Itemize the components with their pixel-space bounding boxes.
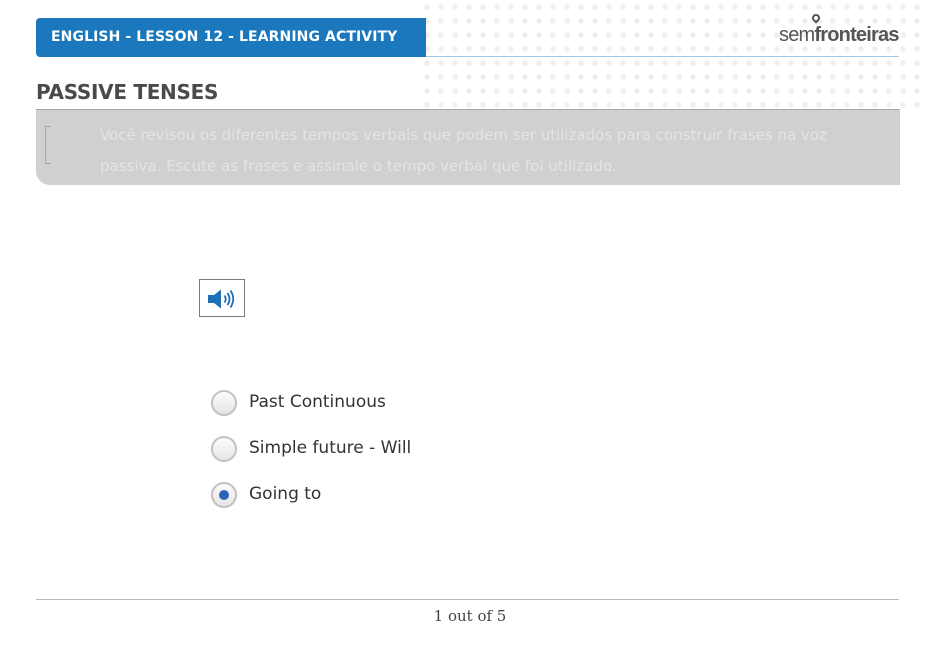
page-title: PASSIVE TENSES — [36, 80, 219, 104]
instructions-panel: Você revisou os diferentes tempos verbai… — [36, 109, 900, 185]
option-past-continuous[interactable]: Past Continuous — [211, 389, 471, 417]
play-audio-button[interactable] — [199, 279, 245, 317]
radio-button[interactable] — [211, 436, 237, 462]
option-label: Past Continuous — [249, 392, 386, 412]
option-label: Going to — [249, 484, 322, 504]
option-going-to[interactable]: Going to — [211, 481, 471, 509]
header-divider — [426, 56, 899, 57]
radio-selected-dot — [219, 490, 229, 500]
brand-logo-text: semfronteiras — [779, 24, 899, 47]
brand-logo: semfronteiras — [779, 12, 901, 48]
brand-logo-prefix: sem — [779, 24, 815, 46]
footer-divider — [36, 599, 899, 600]
bracket-icon — [45, 126, 51, 164]
option-label: Simple future - Will — [249, 438, 412, 458]
speaker-icon — [208, 289, 235, 309]
instructions-text: Você revisou os diferentes tempos verbai… — [100, 126, 827, 175]
option-simple-future-will[interactable]: Simple future - Will — [211, 435, 471, 463]
lesson-header: ENGLISH - LESSON 12 - LEARNING ACTIVITY — [36, 18, 426, 57]
brand-logo-suffix: fronteiras — [814, 24, 899, 46]
page-counter: 1 out of 5 — [433, 607, 507, 625]
location-pin-icon — [810, 12, 822, 24]
radio-button-selected[interactable] — [211, 482, 237, 508]
lesson-header-title: ENGLISH - LESSON 12 - LEARNING ACTIVITY — [51, 29, 398, 45]
radio-button[interactable] — [211, 390, 237, 416]
